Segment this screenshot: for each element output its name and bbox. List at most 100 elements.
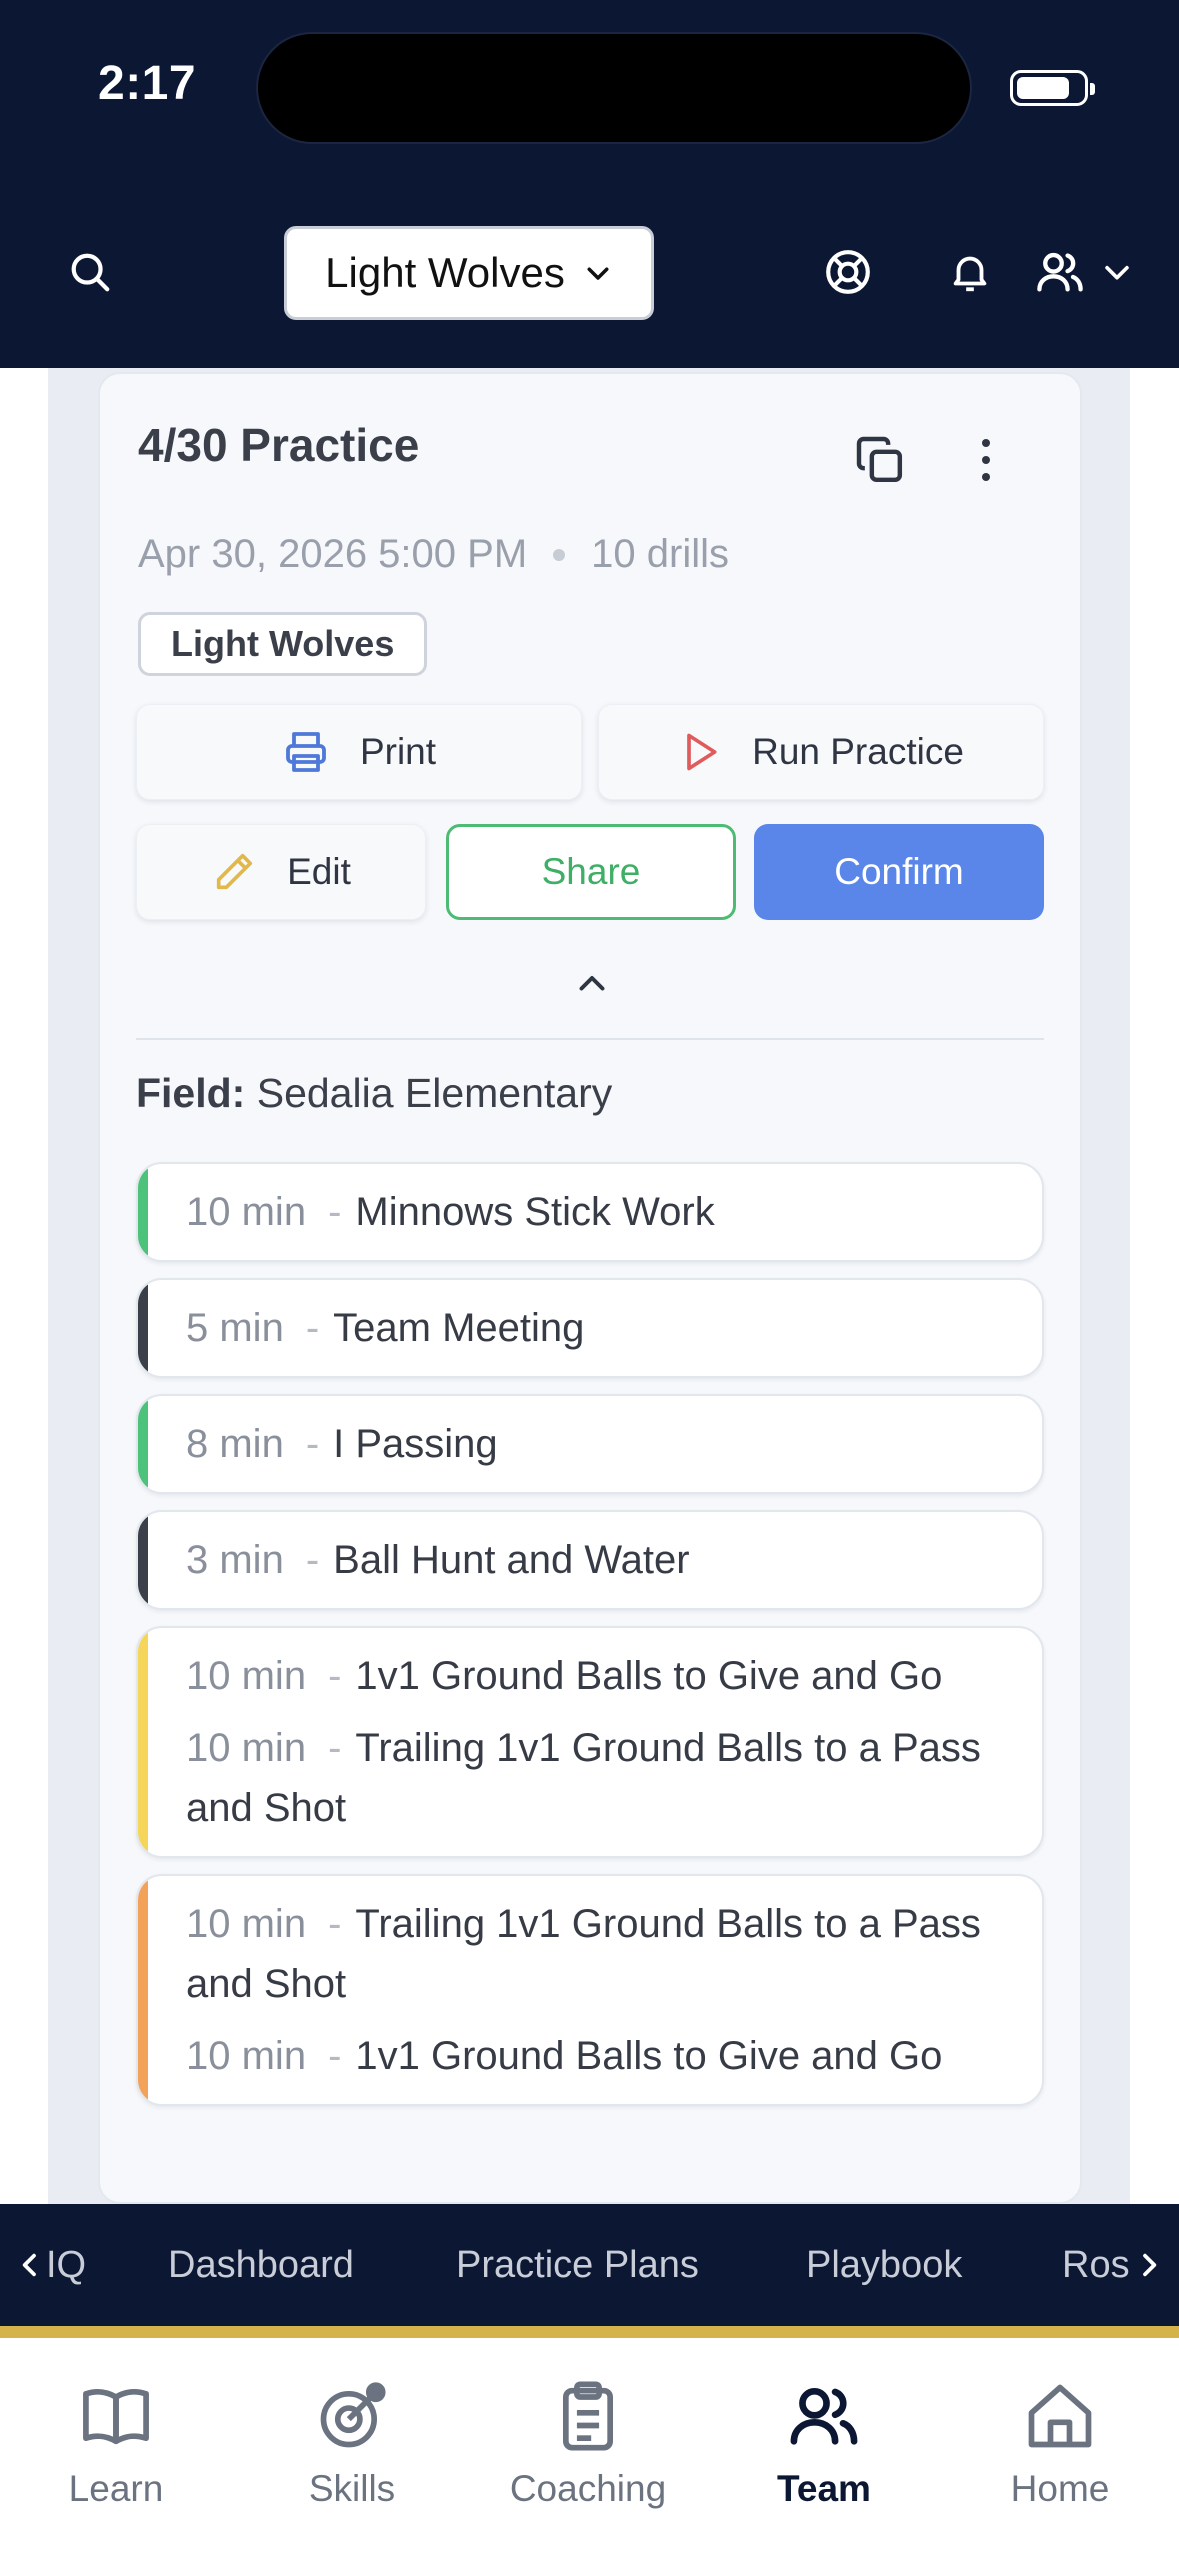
drill-separator: - bbox=[305, 1306, 320, 1350]
drill-count: 10 drills bbox=[591, 532, 729, 576]
drill-duration: 10 min bbox=[186, 1902, 307, 1946]
tab-coaching[interactable]: Coaching bbox=[488, 2378, 688, 2510]
drill-name: Minnows Stick Work bbox=[355, 1190, 715, 1234]
confirm-button[interactable]: Confirm bbox=[754, 824, 1044, 920]
section-nav-practice-plans[interactable]: Practice Plans bbox=[456, 2244, 699, 2287]
drill-duration: 10 min bbox=[186, 2034, 307, 2078]
run-practice-button[interactable]: Run Practice bbox=[598, 704, 1044, 800]
print-button[interactable]: Print bbox=[136, 704, 582, 800]
status-time: 2:17 bbox=[98, 57, 197, 110]
drill-separator: - bbox=[305, 1538, 320, 1582]
chevron-down-icon bbox=[1105, 265, 1129, 280]
section-nav-dashboard[interactable]: Dashboard bbox=[168, 2244, 354, 2287]
practice-meta: Apr 30, 2026 5:00 PM 10 drills bbox=[138, 532, 729, 577]
drill-name: 1v1 Ground Balls to Give and Go bbox=[355, 2034, 943, 2078]
drill-group[interactable]: 10 min - Minnows Stick Work bbox=[136, 1162, 1044, 1262]
drill-duration: 8 min bbox=[186, 1422, 284, 1466]
drill-duration: 10 min bbox=[186, 1190, 307, 1234]
chevron-down-icon bbox=[587, 267, 609, 280]
section-nav-roster[interactable]: Ros bbox=[1062, 2244, 1130, 2287]
drill-duration: 3 min bbox=[186, 1538, 284, 1582]
team-tag: Light Wolves bbox=[138, 612, 428, 676]
run-practice-label: Run Practice bbox=[752, 731, 964, 772]
team-selector-label: Light Wolves bbox=[325, 249, 565, 296]
drill-item: 5 min - Team Meeting bbox=[186, 1298, 1002, 1358]
edit-label: Edit bbox=[287, 851, 351, 892]
users-icon bbox=[790, 2387, 858, 2445]
pencil-icon bbox=[216, 853, 253, 890]
drill-name: Team Meeting bbox=[333, 1306, 585, 1350]
more-options-button[interactable] bbox=[966, 432, 1006, 488]
drill-name: Ball Hunt and Water bbox=[333, 1538, 690, 1582]
drill-item: 10 min - Trailing 1v1 Ground Balls to a Pa… bbox=[186, 1718, 1002, 1838]
drill-group[interactable]: 8 min - I Passing bbox=[136, 1394, 1044, 1494]
drill-separator: - bbox=[328, 1902, 342, 1946]
help-button[interactable] bbox=[816, 240, 880, 304]
drill-group[interactable]: 10 min -1v1 Ground Balls to Give and Go 10… bbox=[136, 1626, 1044, 1858]
more-vertical-icon bbox=[982, 439, 990, 447]
tab-team-label: Team bbox=[777, 2468, 871, 2509]
accent-rule bbox=[0, 2326, 1179, 2338]
tab-learn-label: Learn bbox=[68, 2468, 164, 2509]
drill-group[interactable]: 5 min - Team Meeting bbox=[136, 1278, 1044, 1378]
book-icon bbox=[83, 2388, 149, 2445]
printer-icon bbox=[286, 732, 326, 772]
practice-datetime: Apr 30, 2026 5:00 PM bbox=[138, 532, 528, 576]
drill-item: 10 min - Trailing 1v1 Ground Balls to a Pa… bbox=[186, 1894, 1002, 2014]
tab-home[interactable]: Home bbox=[960, 2378, 1160, 2510]
drill-separator: - bbox=[305, 1422, 320, 1466]
divider bbox=[136, 1038, 1044, 1040]
clipboard-icon bbox=[562, 2381, 614, 2451]
drill-item: 10 min - Minnows Stick Work bbox=[186, 1182, 1002, 1242]
share-button[interactable]: Share bbox=[446, 824, 736, 920]
tab-learn[interactable]: Learn bbox=[16, 2378, 216, 2510]
tab-coaching-label: Coaching bbox=[509, 2468, 667, 2509]
tab-home-label: Home bbox=[1010, 2468, 1110, 2509]
practice-title: 4/30 Practice bbox=[138, 419, 420, 471]
bell-icon bbox=[953, 256, 987, 292]
tab-skills[interactable]: Skills bbox=[252, 2378, 452, 2510]
meta-separator bbox=[553, 548, 566, 561]
drill-name: 1v1 Ground Balls to Give and Go bbox=[355, 1654, 943, 1698]
tab-team[interactable]: Team bbox=[724, 2378, 924, 2510]
notifications-button[interactable] bbox=[938, 240, 1002, 304]
drill-duration: 10 min bbox=[186, 1654, 307, 1698]
drill-item: 8 min - I Passing bbox=[186, 1414, 1002, 1474]
target-icon bbox=[320, 2382, 386, 2448]
bottom-tab-bar: Learn Skills Coaching Team Home bbox=[0, 2338, 1179, 2556]
field-label: Field: bbox=[136, 1070, 246, 1116]
drill-group[interactable]: 3 min - Ball Hunt and Water bbox=[136, 1510, 1044, 1610]
drill-list: 10 min - Minnows Stick Work 5 min - Team Meet… bbox=[136, 1162, 1044, 2106]
app-header: 2:17 Light Wolves bbox=[0, 0, 1179, 368]
practice-card: 4/30 Practice Apr 30, 2026 5:00 PM 10 dr… bbox=[98, 372, 1082, 2204]
drill-name: I Passing bbox=[333, 1422, 498, 1466]
print-label: Print bbox=[359, 731, 437, 772]
section-nav-prev[interactable] bbox=[10, 2204, 50, 2326]
tab-skills-label: Skills bbox=[308, 2468, 396, 2509]
collapse-button[interactable] bbox=[562, 964, 622, 1004]
chevron-right-icon bbox=[1143, 2253, 1157, 2277]
drill-separator: - bbox=[328, 1726, 342, 1770]
drill-duration: 10 min bbox=[186, 1726, 307, 1770]
section-nav-playbook[interactable]: Playbook bbox=[806, 2244, 962, 2287]
section-nav-next[interactable] bbox=[1129, 2204, 1169, 2326]
drill-group[interactable]: 10 min - Trailing 1v1 Ground Balls to a Pa… bbox=[136, 1874, 1044, 2106]
section-nav-iq[interactable]: IQ bbox=[46, 2244, 86, 2287]
duplicate-button[interactable] bbox=[852, 432, 908, 488]
edit-button[interactable]: Edit bbox=[136, 824, 426, 920]
section-nav: IQ Dashboard Practice Plans Playbook Ros bbox=[0, 2204, 1179, 2326]
account-menu-button[interactable] bbox=[1034, 240, 1134, 304]
drill-item: 10 min -1v1 Ground Balls to Give and Go bbox=[186, 1646, 1002, 1706]
drill-item: 10 min -1v1 Ground Balls to Give and Go bbox=[186, 2026, 1002, 2086]
field-info: Field: Sedalia Elementary bbox=[136, 1070, 612, 1117]
play-icon bbox=[687, 733, 717, 771]
drill-separator: - bbox=[328, 1654, 342, 1698]
chevron-left-icon bbox=[22, 2253, 36, 2277]
battery-icon bbox=[1010, 70, 1095, 106]
team-selector[interactable]: Light Wolves bbox=[284, 226, 654, 320]
search-button[interactable] bbox=[60, 242, 120, 302]
home-icon bbox=[1028, 2384, 1092, 2448]
chevron-up-icon bbox=[579, 976, 605, 991]
drill-separator: - bbox=[328, 1190, 342, 1234]
drill-separator: - bbox=[328, 2034, 342, 2078]
